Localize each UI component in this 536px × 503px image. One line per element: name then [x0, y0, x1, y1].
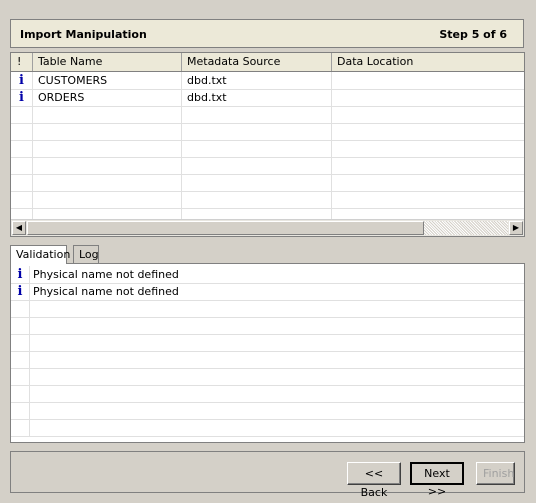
- horizontal-scrollbar[interactable]: ◀ ▶: [11, 219, 524, 236]
- table-cell: [182, 123, 332, 140]
- list-icon-cell: [11, 317, 30, 334]
- wizard-header: Import Manipulation Step 5 of 6: [10, 19, 524, 48]
- list-item[interactable]: [11, 368, 524, 386]
- page-title: Import Manipulation: [20, 28, 147, 41]
- table-cell: [11, 106, 33, 123]
- table-cell-source: dbd.txt: [182, 72, 332, 89]
- table-cell: [33, 191, 182, 208]
- table-cell-location: [332, 89, 524, 106]
- table-cell: [11, 174, 33, 191]
- table-cell-name: ORDERS: [33, 89, 182, 106]
- list-icon-cell: [11, 402, 30, 419]
- list-item[interactable]: [11, 334, 524, 352]
- validation-list[interactable]: i Physical name not defined i Physical name…: [10, 263, 525, 443]
- list-icon-cell: [11, 419, 30, 436]
- table-cell: [182, 191, 332, 208]
- table-cell: [33, 157, 182, 174]
- table-cell-source: dbd.txt: [182, 89, 332, 106]
- table-cell-name: CUSTOMERS: [33, 72, 182, 89]
- info-icon: i: [11, 72, 33, 89]
- table-cell: [332, 174, 524, 191]
- column-header-metadata-source[interactable]: Metadata Source: [182, 53, 332, 71]
- table-row[interactable]: [11, 140, 524, 158]
- list-item[interactable]: [11, 419, 524, 437]
- info-icon: i: [19, 73, 24, 88]
- table-cell: [33, 106, 182, 123]
- column-header-status[interactable]: !: [11, 53, 33, 71]
- column-header-data-location[interactable]: Data Location: [332, 53, 524, 71]
- table-row[interactable]: [11, 106, 524, 124]
- list-icon-cell: [11, 368, 30, 385]
- step-indicator: Step 5 of 6: [439, 28, 507, 41]
- table-cell: [33, 140, 182, 157]
- table-row[interactable]: [11, 123, 524, 141]
- list-item[interactable]: [11, 300, 524, 318]
- tables-grid[interactable]: ! Table Name Metadata Source Data Locati…: [10, 52, 525, 237]
- table-cell: [182, 106, 332, 123]
- scroll-right-arrow-icon[interactable]: ▶: [509, 221, 523, 235]
- table-cell: [182, 140, 332, 157]
- validation-message: Physical name not defined: [33, 285, 179, 298]
- table-cell: [11, 140, 33, 157]
- grid-header: ! Table Name Metadata Source Data Locati…: [11, 53, 524, 72]
- scrollbar-track[interactable]: [424, 221, 508, 235]
- list-icon-cell: i: [11, 266, 30, 283]
- table-cell: [11, 191, 33, 208]
- table-row[interactable]: [11, 191, 524, 209]
- scrollbar-thumb[interactable]: [27, 221, 424, 235]
- tab-log[interactable]: Log: [73, 245, 99, 263]
- list-icon-cell: [11, 385, 30, 402]
- info-icon: i: [17, 284, 23, 299]
- button-bar: << Back Next >> Finish: [10, 451, 525, 499]
- tab-validation[interactable]: Validation: [10, 245, 70, 264]
- table-row[interactable]: i CUSTOMERS dbd.txt: [11, 72, 524, 90]
- list-item[interactable]: [11, 317, 524, 335]
- list-item[interactable]: i Physical name not defined: [11, 266, 524, 284]
- table-cell: [332, 157, 524, 174]
- table-cell: [182, 157, 332, 174]
- info-icon: i: [11, 89, 33, 106]
- table-row[interactable]: i ORDERS dbd.txt: [11, 89, 524, 107]
- table-cell: [182, 174, 332, 191]
- table-cell: [33, 174, 182, 191]
- table-cell: [332, 106, 524, 123]
- table-cell: [33, 123, 182, 140]
- table-cell: [332, 191, 524, 208]
- table-cell: [332, 123, 524, 140]
- column-header-table-name[interactable]: Table Name: [33, 53, 182, 71]
- list-item[interactable]: [11, 385, 524, 403]
- list-icon-cell: i: [11, 283, 30, 300]
- next-button[interactable]: Next >>: [410, 462, 464, 498]
- table-cell: [332, 140, 524, 157]
- table-cell: [11, 123, 33, 140]
- list-item[interactable]: i Physical name not defined: [11, 283, 524, 301]
- table-row[interactable]: [11, 157, 524, 175]
- back-button[interactable]: << Back: [347, 462, 401, 499]
- finish-button[interactable]: Finish: [476, 462, 515, 485]
- scroll-left-arrow-icon[interactable]: ◀: [12, 221, 26, 235]
- table-cell: [11, 157, 33, 174]
- validation-message: Physical name not defined: [33, 268, 179, 281]
- info-icon: i: [17, 267, 23, 282]
- list-icon-cell: [11, 300, 30, 317]
- list-icon-cell: [11, 334, 30, 351]
- list-icon-cell: [11, 351, 30, 368]
- table-row[interactable]: [11, 174, 524, 192]
- info-icon: i: [19, 90, 24, 105]
- list-item[interactable]: [11, 351, 524, 369]
- list-item[interactable]: [11, 402, 524, 420]
- table-cell-location: [332, 72, 524, 89]
